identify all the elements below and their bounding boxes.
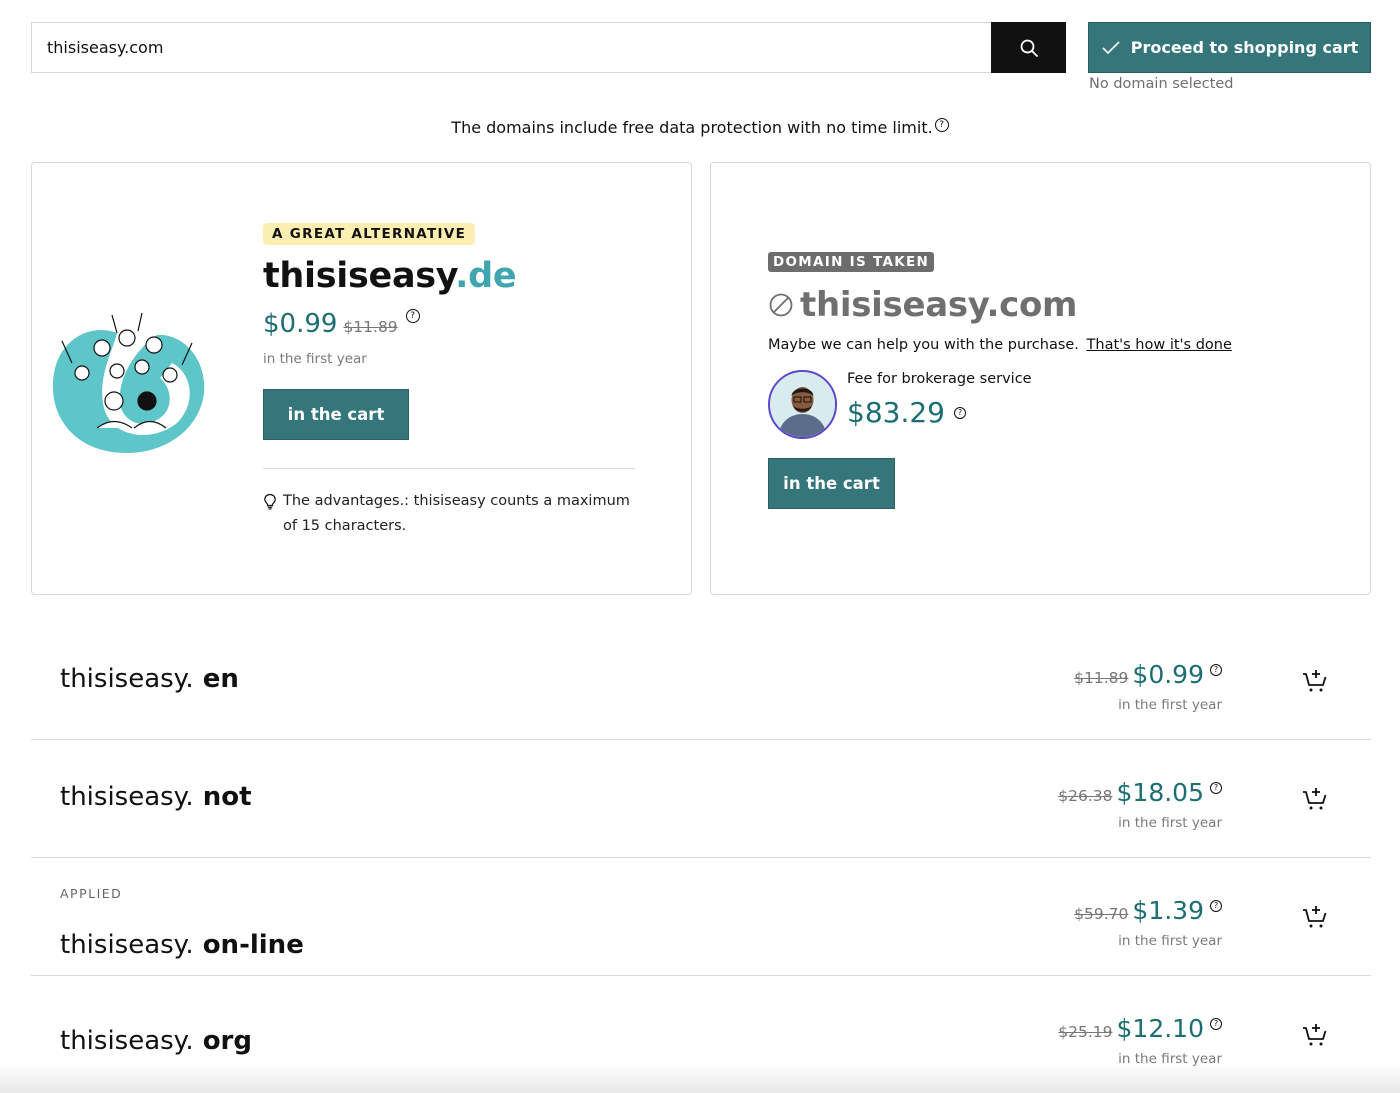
alternative-price-period: in the first year [263,351,367,367]
price-help-icon[interactable]: ? [1210,664,1222,676]
brokerage-fee-label: Fee for brokerage service [847,371,1032,387]
domain-old-price: $11.89 [1074,669,1129,687]
cart-plus-icon [1303,1024,1327,1046]
taken-domain-card: DOMAIN IS TAKEN thisiseasy.com Maybe we … [710,162,1371,595]
alternative-price: $0.99 [263,309,338,339]
taken-domain-heading: thisiseasy.com [768,285,1077,325]
domain-results-list: thisiseasy. en $11.89 $0.99 ? in the fir… [31,622,1371,1093]
alternative-add-to-cart-button[interactable]: in the cart [263,389,409,440]
taken-domain-name: thisiseasy.com [800,285,1078,325]
domain-row: thisiseasy. en $11.89 $0.99 ? in the fir… [31,622,1371,740]
proceed-to-cart-label: Proceed to shopping cart [1130,38,1359,57]
cart-plus-icon [1303,670,1327,692]
domain-search-input[interactable] [31,22,991,73]
domain-row: thisiseasy. not $26.38 $18.05 ? in the f… [31,740,1371,858]
brokerage-help-text: Maybe we can help you with the purchase.… [768,337,1232,353]
brokerage-add-to-cart-button[interactable]: in the cart [768,458,895,509]
fee-help-icon[interactable]: ? [953,406,966,419]
alternative-domain-card: A GREAT ALTERNATIVE thisiseasy.de $0.99 … [31,162,692,595]
lightbulb-icon [264,493,276,510]
domain-price: $1.39 [1132,896,1204,925]
price-help-icon[interactable]: ? [405,309,420,323]
checkmark-icon [1102,40,1120,54]
domain-price-period: in the first year [1118,697,1222,713]
help-icon[interactable]: ? [934,118,949,133]
domain-price-row: $11.89 $0.99 ? [1074,660,1222,689]
domain-sld: thisiseasy. [60,664,194,694]
domain-sld: thisiseasy. [60,782,194,812]
domain-name: thisiseasy. not [60,782,252,812]
search-icon [1020,39,1038,57]
domain-name: thisiseasy. org [60,1026,252,1056]
domain-status-label: APPLIED [60,886,123,901]
alternative-domain-name: thisiseasy.de [263,256,517,296]
brokerage-help-message: Maybe we can help you with the purchase. [768,337,1079,353]
domain-taken-badge: DOMAIN IS TAKEN [768,252,935,272]
brokerage-fee-price: $83.29 [847,396,945,429]
alternative-domain-sld: thisiseasy [263,256,456,296]
brokerage-fee-row: $83.29 ? [847,396,966,429]
domain-price-row: $26.38 $18.05 ? [1058,778,1222,807]
advantages-tip: The advantages.: thisiseasy counts a max… [263,489,643,539]
broker-portrait [770,372,835,437]
add-to-cart-button[interactable] [1299,1018,1331,1050]
add-to-cart-button[interactable] [1299,900,1331,932]
domain-row: thisiseasy. org $25.19 $12.10 ? in the f… [31,976,1371,1093]
alternative-price-row: $0.99 $11.89 ? [263,309,420,339]
how-its-done-link[interactable]: That's how it's done [1087,337,1232,353]
domain-price-period: in the first year [1118,933,1222,949]
unavailable-icon [769,293,793,317]
domain-price: $18.05 [1116,778,1204,807]
domain-tld: on-line [193,930,304,960]
add-to-cart-button[interactable] [1299,664,1331,696]
domain-old-price: $59.70 [1074,905,1129,923]
domain-price-row: $59.70 $1.39 ? [1074,896,1222,925]
proceed-to-cart-button[interactable]: Proceed to shopping cart [1088,22,1371,73]
community-illustration [52,312,205,453]
search-button[interactable] [991,22,1066,73]
domain-tld: en [193,664,239,694]
alternative-domain-tld: .de [455,256,517,296]
cart-plus-icon [1303,906,1327,928]
domain-old-price: $25.19 [1058,1023,1113,1041]
great-alternative-badge: A GREAT ALTERNATIVE [263,223,476,245]
domain-old-price: $26.38 [1058,787,1113,805]
domain-sld: thisiseasy. [60,1026,194,1056]
add-to-cart-button[interactable] [1299,782,1331,814]
domain-tld: org [193,1026,252,1056]
domain-price: $0.99 [1132,660,1204,689]
cart-plus-icon [1303,788,1327,810]
price-help-icon[interactable]: ? [1210,900,1222,912]
domain-row: APPLIED thisiseasy. on-line $59.70 $1.39… [31,858,1371,976]
data-protection-text: The domains include free data protection… [451,118,933,137]
price-help-icon[interactable]: ? [1210,782,1222,794]
price-help-icon[interactable]: ? [1210,1018,1222,1030]
domain-tld: not [193,782,252,812]
domain-name: thisiseasy. on-line [60,930,304,960]
alternative-old-price: $11.89 [343,318,398,336]
card-divider [263,468,635,469]
domain-sld: thisiseasy. [60,930,194,960]
domain-search-bar [31,22,1066,73]
advantages-tip-text: The advantages.: thisiseasy counts a max… [283,493,630,534]
domain-price-period: in the first year [1118,1051,1222,1067]
data-protection-note: The domains include free data protection… [0,118,1400,137]
cart-status-text: No domain selected [1089,76,1234,92]
domain-price-row: $25.19 $12.10 ? [1058,1014,1222,1043]
domain-name: thisiseasy. en [60,664,239,694]
domain-price-period: in the first year [1118,815,1222,831]
domain-price: $12.10 [1116,1014,1204,1043]
broker-avatar [768,370,837,439]
